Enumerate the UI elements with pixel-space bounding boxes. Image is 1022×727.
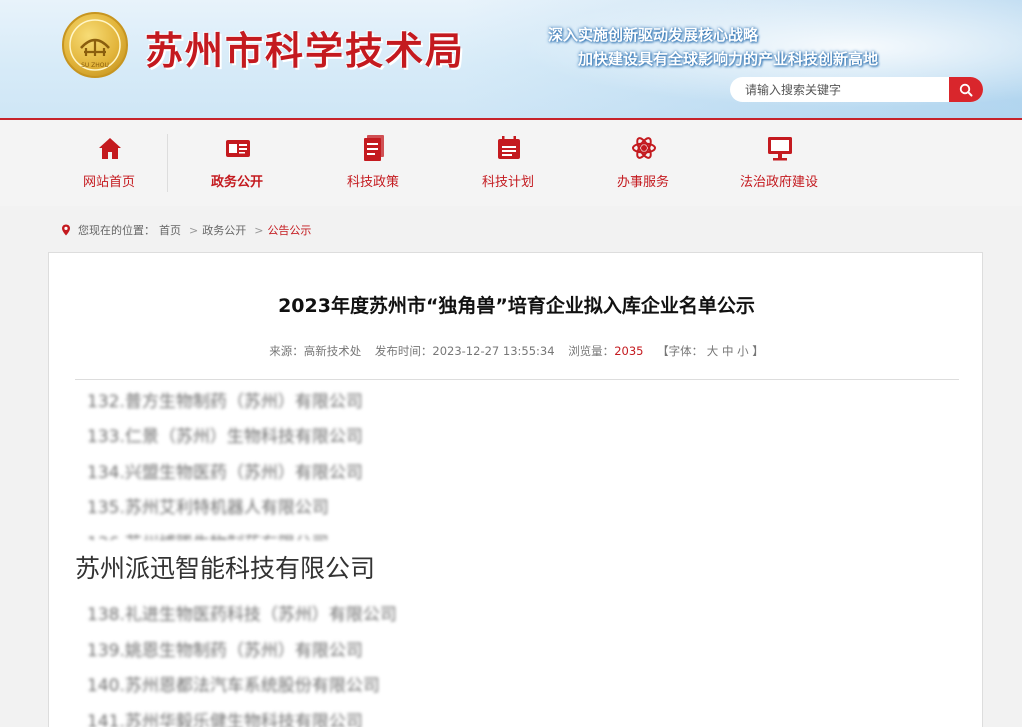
svg-text:SU ZHOU: SU ZHOU [81, 62, 109, 69]
nav-label: 科技计划 [481, 175, 534, 190]
main-nav: 网站首页 政务公开 科技政策 科技计划 办事服务 法治政府建设 [0, 118, 1022, 206]
views-label: 浏览量： [568, 344, 615, 358]
font-large-button[interactable]: 大 [707, 344, 719, 358]
search-box [730, 77, 983, 102]
nav-divider [167, 134, 168, 192]
nav-label: 网站首页 [82, 175, 135, 190]
nav-item-services[interactable]: 办事服务 [588, 120, 698, 206]
article-publish-time: 发布时间：2023-12-27 13:55:34 [374, 344, 555, 358]
nav-label: 办事服务 [616, 175, 669, 190]
list-item: 138.礼进生物医药科技（苏州）有限公司 [87, 605, 397, 625]
list-item: 135.苏州艾利特机器人有限公司 [87, 498, 329, 518]
list-item: 132.普方生物制药（苏州）有限公司 [87, 392, 363, 412]
nav-label: 政务公开 [210, 175, 263, 190]
location-pin-icon [62, 224, 70, 236]
article-source: 来源：高新技术处 [269, 344, 362, 358]
list-item: 136.苏州博腾生物制药有限公司 [87, 529, 329, 540]
nav-item-policy[interactable]: 科技政策 [318, 120, 428, 206]
nav-item-home[interactable]: 网站首页 [54, 120, 164, 206]
nav-item-government-affairs[interactable]: 政务公开 [182, 120, 292, 206]
font-medium-button[interactable]: 中 [722, 344, 734, 358]
home-icon [99, 138, 121, 159]
document-icon [364, 135, 384, 161]
nav-label: 法治政府建设 [739, 175, 818, 190]
article-title: 2023年度苏州市“独角兽”培育企业拟入库企业名单公示 [278, 295, 755, 317]
font-size-label: 【字体： [657, 344, 704, 358]
slogan-line-1: 深入实施创新驱动发展核心战略 [548, 26, 759, 44]
site-title: 苏州市科学技术局 [145, 28, 466, 73]
breadcrumb: 您现在的位置： 首页 > 政务公开 > 公告公示 [60, 222, 315, 238]
site-header: SU ZHOU 苏州市科学技术局 深入实施创新驱动发展核心战略 加快建设具有全球… [0, 0, 1022, 118]
views-count: 2035 [614, 344, 644, 358]
id-card-icon [226, 140, 250, 157]
breadcrumb-home[interactable]: 首页 [159, 222, 181, 238]
article-panel: 2023年度苏州市“独角兽”培育企业拟入库企业名单公示 来源：高新技术处 发布时… [48, 252, 983, 727]
divider-line [75, 379, 959, 380]
nav-label: 科技政策 [346, 175, 399, 190]
nav-item-rule-of-law[interactable]: 法治政府建设 [724, 120, 834, 206]
highlighted-company: 苏州派迅智能科技有限公司 [71, 549, 380, 585]
list-item: 134.兴盟生物医药（苏州）有限公司 [87, 463, 363, 483]
breadcrumb-government-affairs[interactable]: 政务公开 [202, 222, 246, 238]
search-button[interactable] [949, 77, 983, 102]
monitor-icon [768, 137, 792, 161]
font-small-button[interactable]: 小 [737, 344, 749, 358]
list-item: 141.苏州华毅乐健生物科技有限公司 [87, 712, 363, 727]
city-emblem-logo[interactable]: SU ZHOU [62, 12, 128, 78]
breadcrumb-separator: > [254, 223, 264, 237]
breadcrumb-separator: > [189, 223, 199, 237]
breadcrumb-prefix: 您现在的位置： [78, 224, 155, 237]
search-icon [959, 83, 973, 96]
list-item: 140.苏州恩都法汽车系统股份有限公司 [87, 676, 380, 696]
nav-item-plan[interactable]: 科技计划 [453, 120, 563, 206]
calendar-icon [498, 136, 520, 159]
slogan-line-2: 加快建设具有全球影响力的产业科技创新高地 [578, 50, 879, 68]
atom-icon [632, 137, 656, 159]
search-input[interactable] [730, 77, 948, 102]
list-item: 139.姚恩生物制药（苏州）有限公司 [87, 641, 363, 661]
list-item: 133.仁景（苏州）生物科技有限公司 [87, 427, 363, 447]
article-meta: 来源：高新技术处 发布时间：2023-12-27 13:55:34 浏览量：20… [49, 343, 982, 359]
breadcrumb-current[interactable]: 公告公示 [267, 222, 311, 238]
font-size-end: 】 [752, 344, 764, 358]
